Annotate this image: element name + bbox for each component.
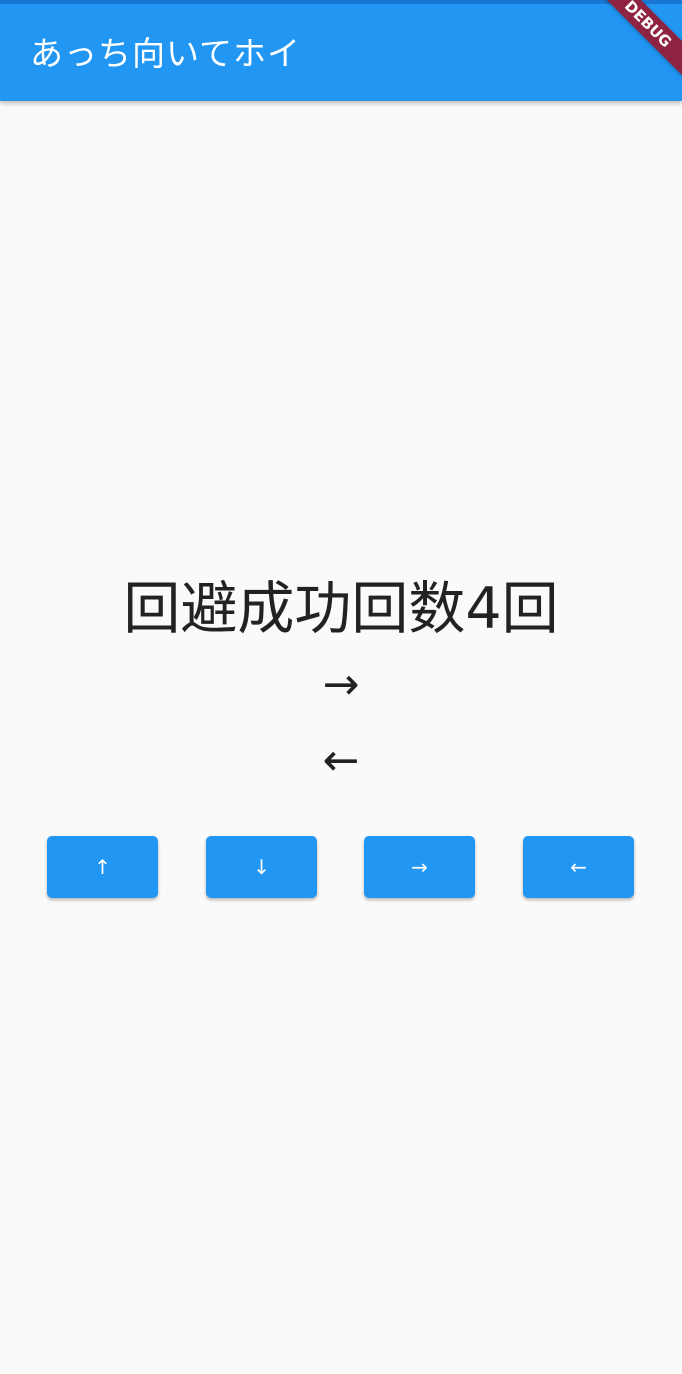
score-text: 回避成功回数4回 — [123, 576, 559, 642]
arrow-right-icon: → — [411, 855, 428, 879]
arrow-left-icon: ← — [570, 855, 587, 879]
app-title: あっち向いてホイ — [30, 34, 302, 73]
debug-banner-label: DEBUG — [594, 0, 682, 82]
down-button[interactable]: ↓ — [206, 836, 317, 898]
arrow-up-icon: ↑ — [94, 855, 111, 879]
up-button[interactable]: ↑ — [47, 836, 158, 898]
game-status: 回避成功回数4回 → ← — [0, 571, 682, 799]
direction-button-row: ↑ ↓ → ← — [0, 836, 682, 899]
debug-banner: DEBUG — [594, 0, 682, 88]
opponent-direction: → — [322, 659, 360, 710]
arrow-down-icon: ↓ — [253, 855, 270, 879]
right-button[interactable]: → — [364, 836, 475, 898]
left-button[interactable]: ← — [523, 836, 634, 898]
player-direction: ← — [322, 735, 360, 786]
app-bar: あっち向いてホイ — [0, 0, 682, 101]
status-bar-strip — [0, 0, 682, 4]
